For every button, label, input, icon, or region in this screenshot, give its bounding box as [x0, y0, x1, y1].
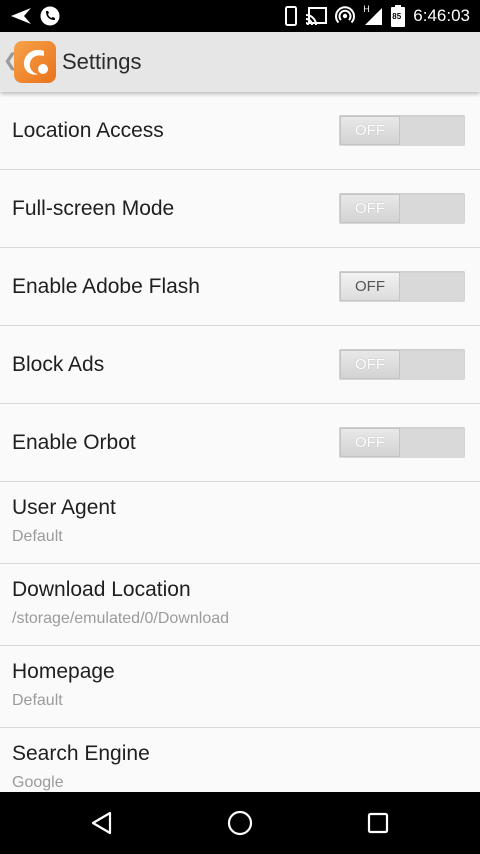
hotspot-icon: [335, 6, 356, 26]
setting-label: User Agent: [12, 496, 116, 519]
switch-state: OFF: [340, 194, 400, 223]
signal-icon: H: [363, 4, 383, 26]
setting-label: Location Access: [12, 119, 164, 142]
home-circle-icon[interactable]: [224, 807, 256, 839]
setting-label: Enable Orbot: [12, 431, 136, 454]
switch-state: OFF: [340, 272, 400, 301]
navigation-bar: [0, 792, 480, 854]
adobe-flash-switch[interactable]: OFF: [339, 271, 465, 302]
setting-label: Search Engine: [12, 742, 150, 765]
setting-label: Download Location: [12, 578, 191, 601]
back-triangle-icon[interactable]: [86, 807, 118, 839]
settings-list: Location Access OFF Full-screen Mode OFF…: [0, 92, 480, 792]
switch-state: OFF: [340, 428, 400, 457]
setting-value: /storage/emulated/0/Download: [12, 610, 230, 627]
phone-icon: [40, 6, 60, 26]
setting-enable-orbot[interactable]: Enable Orbot OFF: [0, 404, 480, 482]
setting-enable-adobe-flash[interactable]: Enable Adobe Flash OFF: [0, 248, 480, 326]
full-screen-mode-switch[interactable]: OFF: [339, 193, 465, 224]
setting-location-access[interactable]: Location Access OFF: [0, 92, 480, 170]
navigation-arrow-icon: [10, 7, 32, 25]
page-title: Settings: [62, 49, 142, 74]
setting-homepage[interactable]: Homepage Default: [0, 646, 480, 728]
signal-label: H: [363, 4, 370, 14]
switch-state: OFF: [340, 116, 400, 145]
battery-label: 85: [392, 12, 402, 21]
screen: H 85 6:46:03 ❮ Settings Location Access …: [0, 0, 480, 854]
location-access-switch[interactable]: OFF: [339, 115, 465, 146]
enable-orbot-switch[interactable]: OFF: [339, 427, 465, 458]
setting-block-ads[interactable]: Block Ads OFF: [0, 326, 480, 404]
setting-value: Default: [12, 528, 63, 545]
setting-label: Block Ads: [12, 353, 105, 376]
app-logo-icon[interactable]: [14, 41, 56, 83]
setting-value: Google: [12, 774, 64, 791]
phone-outline-icon: [285, 6, 298, 26]
action-bar: ❮ Settings: [0, 32, 480, 92]
switch-state: OFF: [340, 350, 400, 379]
block-ads-switch[interactable]: OFF: [339, 349, 465, 380]
recents-square-icon[interactable]: [362, 807, 394, 839]
setting-full-screen-mode[interactable]: Full-screen Mode OFF: [0, 170, 480, 248]
setting-label: Homepage: [12, 660, 115, 683]
setting-label: Full-screen Mode: [12, 197, 175, 220]
setting-value: Default: [12, 692, 63, 709]
setting-download-location[interactable]: Download Location /storage/emulated/0/Do…: [0, 564, 480, 646]
cast-icon: [305, 7, 328, 25]
status-time: 6:46:03: [413, 6, 470, 25]
battery-icon: 85: [391, 5, 406, 27]
setting-label: Enable Adobe Flash: [12, 275, 200, 298]
setting-search-engine[interactable]: Search Engine Google: [0, 728, 480, 792]
status-bar: H 85 6:46:03: [0, 0, 480, 32]
setting-user-agent[interactable]: User Agent Default: [0, 482, 480, 564]
